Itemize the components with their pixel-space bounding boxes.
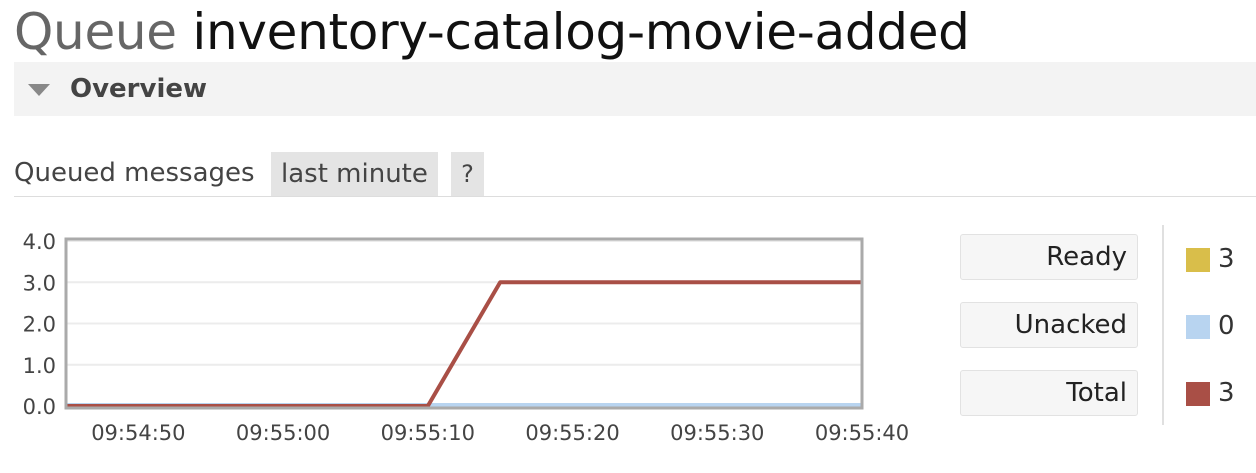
x-tick-label: 09:55:10 — [381, 421, 475, 445]
overview-section-header[interactable]: Overview — [14, 62, 1256, 116]
queued-messages-header: Queued messages last minute ? — [14, 152, 1256, 197]
ready-color-swatch — [1186, 248, 1210, 272]
y-tick-label: 4.0 — [23, 230, 56, 254]
queue-name: inventory-catalog-movie-added — [192, 3, 970, 61]
ready-count: 3 — [1218, 244, 1235, 274]
x-tick-label: 09:55:30 — [670, 421, 764, 445]
unacked-color-swatch — [1186, 315, 1210, 339]
page-title: Queue inventory-catalog-movie-added — [14, 2, 970, 62]
queued-messages-chart: 0.0 1.0 2.0 3.0 4.0 09:54:50 09:55:00 09:55:10… — [23, 230, 910, 445]
x-tick-label: 09:55:40 — [815, 421, 909, 445]
total-count: 3 — [1218, 378, 1235, 408]
y-tick-label: 2.0 — [23, 313, 56, 337]
legend-divider — [1162, 225, 1164, 425]
total-series-line — [66, 280, 862, 408]
x-tick-label: 09:55:00 — [236, 421, 330, 445]
collapse-triangle-icon[interactable] — [28, 84, 50, 96]
y-tick-label: 1.0 — [23, 354, 56, 378]
queued-messages-label: Queued messages — [14, 158, 255, 188]
legend-unacked-button[interactable]: Unacked — [960, 302, 1138, 348]
total-color-swatch — [1186, 382, 1210, 406]
y-tick-label: 0.0 — [23, 395, 56, 419]
range-selector[interactable]: last minute — [271, 152, 438, 196]
x-tick-label: 09:55:20 — [525, 421, 619, 445]
help-button[interactable]: ? — [451, 152, 484, 196]
title-prefix: Queue — [14, 3, 177, 61]
legend-total-button[interactable]: Total — [960, 370, 1138, 416]
overview-label: Overview — [70, 74, 208, 104]
x-tick-label: 09:54:50 — [91, 421, 185, 445]
y-tick-label: 3.0 — [23, 271, 56, 295]
unacked-count: 0 — [1218, 311, 1235, 341]
legend-ready-button[interactable]: Ready — [960, 234, 1138, 280]
